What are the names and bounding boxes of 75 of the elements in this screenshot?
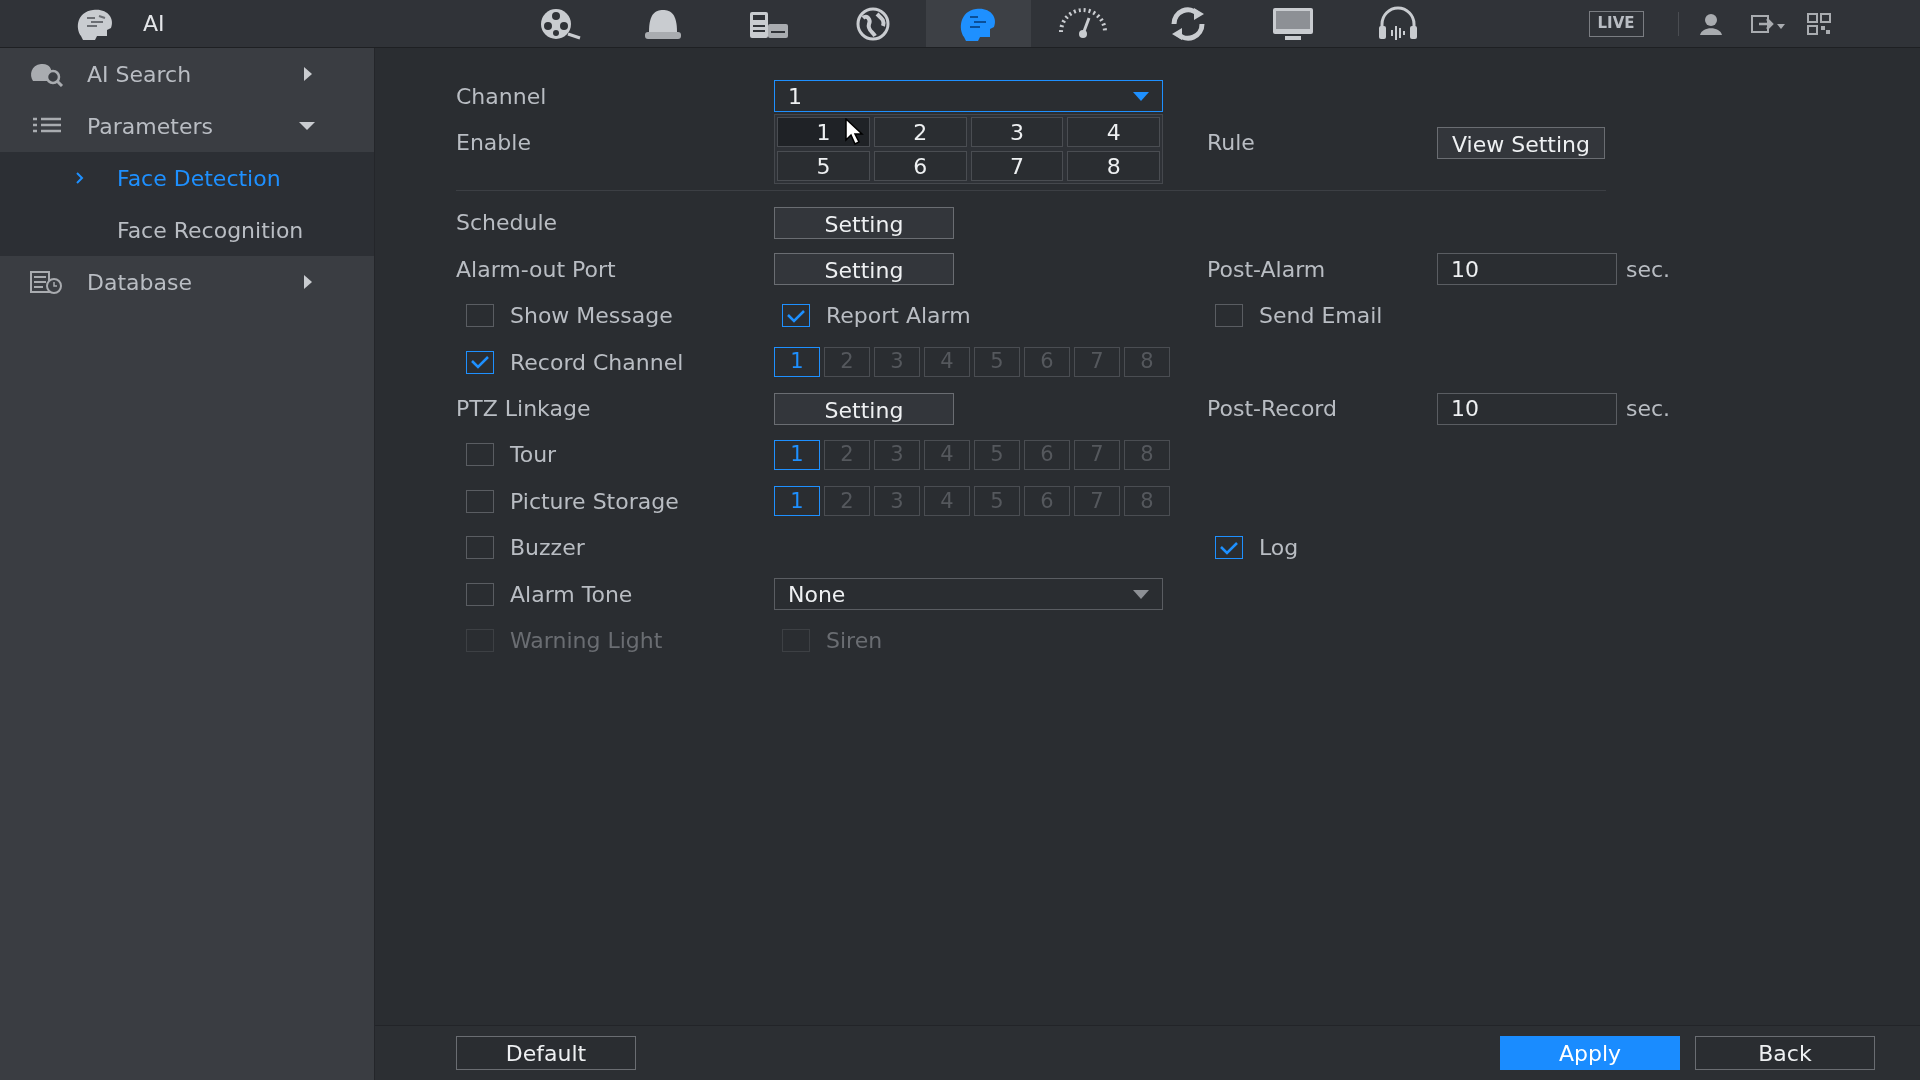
dropdown-option[interactable]: 7	[970, 151, 1064, 182]
setting-button[interactable]: Setting	[774, 206, 954, 239]
caret-right-icon	[303, 275, 313, 289]
checkbox[interactable]	[466, 350, 494, 374]
caret-down-icon	[299, 121, 315, 131]
field-label: Alarm-out Port	[456, 255, 616, 284]
field-label: Post-Alarm	[1207, 255, 1327, 284]
field-label: Channel	[456, 82, 547, 111]
field-label: Rule	[1207, 129, 1256, 158]
app-title: AI	[143, 10, 165, 38]
check-icon	[470, 355, 490, 370]
cursor-icon	[845, 118, 865, 147]
checkbox-label: Log	[1259, 534, 1299, 563]
caret-down-icon	[1133, 91, 1149, 101]
checkbox-label: Buzzer	[510, 534, 585, 563]
unit-label: sec.	[1626, 255, 1671, 284]
user-icon[interactable]	[1698, 12, 1723, 35]
sidebar-item[interactable]: Database	[0, 256, 374, 308]
checkbox-label: Show Message	[510, 302, 673, 331]
sidebar-subitem[interactable]: Face Recognition	[0, 204, 374, 256]
checkbox[interactable]	[466, 443, 494, 467]
check-icon	[786, 308, 806, 323]
checkbox[interactable]	[1215, 536, 1243, 560]
caret-right-icon	[303, 67, 313, 81]
dropdown-option[interactable]: 3	[970, 117, 1064, 148]
checkbox[interactable]	[466, 536, 494, 560]
checkbox-label: Send Email	[1259, 302, 1383, 331]
checkbox[interactable]	[1215, 304, 1243, 328]
checkbox[interactable]	[466, 582, 494, 606]
check-icon	[1219, 540, 1239, 555]
checkbox-label: Picture Storage	[510, 487, 679, 516]
sidebar-item[interactable]: Parameters	[0, 100, 374, 152]
unit-label: sec.	[1626, 395, 1671, 424]
field-label: Post-Record	[1207, 395, 1338, 424]
channel-toggle[interactable]: 1	[774, 486, 820, 517]
apply-button[interactable]: Apply	[1500, 1036, 1680, 1070]
channel-toggle[interactable]: 1	[774, 347, 820, 378]
channel-toggle[interactable]: 1	[774, 439, 820, 470]
qr-code-icon[interactable]	[1806, 12, 1831, 35]
dropdown-select[interactable]: 1	[774, 80, 1163, 113]
field-label: Enable	[456, 129, 531, 158]
field-label: PTZ Linkage	[456, 395, 591, 424]
chevron-right-icon	[76, 172, 84, 184]
dropdown-option[interactable]: 1	[777, 117, 870, 148]
setting-button[interactable]: Setting	[774, 253, 954, 286]
checkbox-label: Tour	[510, 441, 557, 470]
field-label: Schedule	[456, 209, 558, 238]
dropdown-option[interactable]: 2	[873, 117, 967, 148]
checkbox[interactable]	[466, 304, 494, 328]
dropdown-option[interactable]: 4	[1067, 117, 1160, 148]
view-setting-button[interactable]: View Setting	[1437, 126, 1605, 159]
caret-down-icon	[1133, 589, 1149, 599]
number-input[interactable]: 10	[1437, 392, 1617, 425]
live-button[interactable]: LIVE	[1588, 10, 1644, 37]
checkbox-label: Report Alarm	[826, 302, 971, 331]
database-icon	[29, 269, 65, 295]
dropdown-option[interactable]: 5	[777, 151, 870, 182]
checkbox[interactable]	[782, 304, 810, 328]
checkbox-label: Warning Light	[510, 627, 663, 655]
number-input[interactable]: 10	[1437, 253, 1617, 286]
sidebar-item[interactable]: AI Search	[0, 48, 374, 100]
search-icon	[29, 61, 65, 87]
logout-icon[interactable]	[1750, 13, 1785, 34]
checkbox-label: Siren	[826, 627, 883, 655]
dropdown-option[interactable]: 6	[873, 151, 967, 182]
checkbox[interactable]	[466, 489, 494, 513]
dropdown-option[interactable]: 8	[1067, 151, 1160, 182]
setting-button[interactable]: Setting	[774, 392, 954, 425]
ai-head-icon[interactable]	[925, 0, 1031, 47]
dropdown-select[interactable]: None	[774, 578, 1163, 611]
sidebar-subitem[interactable]: Face Detection	[0, 152, 374, 204]
default-button[interactable]: Default	[456, 1036, 636, 1070]
checkbox-label: Alarm Tone	[510, 580, 633, 609]
back-button[interactable]: Back	[1695, 1036, 1875, 1070]
checkbox-label: Record Channel	[510, 348, 684, 377]
